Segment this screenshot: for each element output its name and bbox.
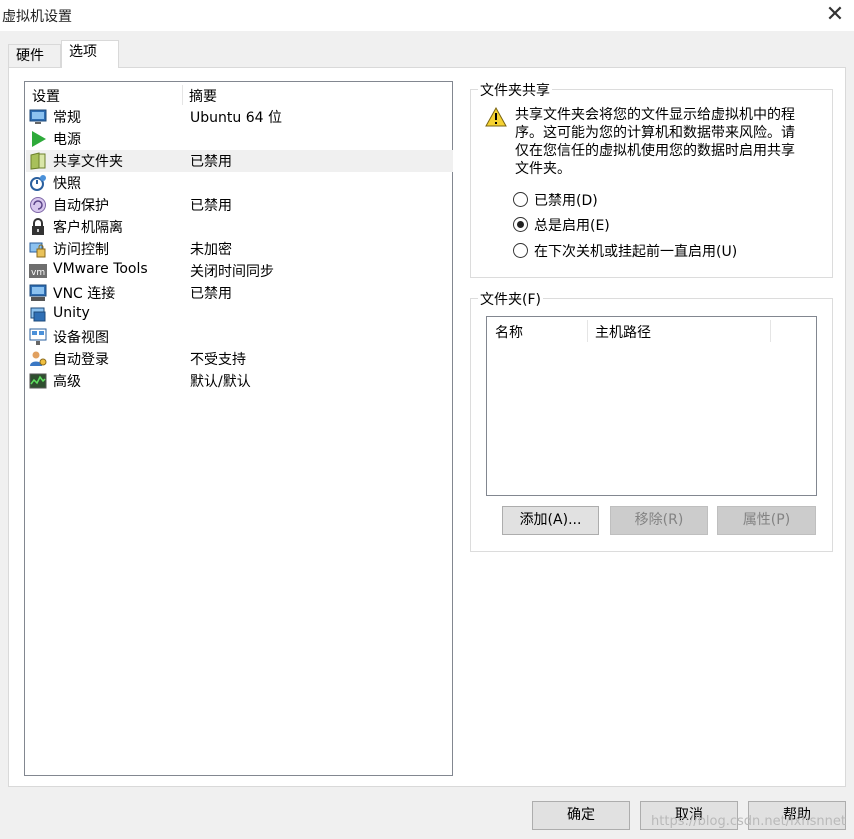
- radio-label[interactable]: 在下次关机或挂起前一直启用(U): [534, 241, 737, 261]
- radio-button[interactable]: [513, 243, 528, 258]
- settings-row-name: 访问控制: [53, 242, 109, 258]
- close-icon: ✕: [825, 2, 845, 27]
- settings-row-name: Unity: [53, 305, 90, 321]
- radio-button[interactable]: [513, 217, 528, 232]
- settings-row-name: 自动登录: [53, 352, 109, 368]
- settings-row-name: 设备视图: [53, 330, 109, 346]
- settings-row-general[interactable]: 常规 Ubuntu 64 位: [26, 106, 453, 128]
- settings-row-snapshots[interactable]: 快照: [26, 172, 453, 194]
- remove-folder-button[interactable]: 移除(R): [610, 506, 708, 535]
- column-header-summary[interactable]: 摘要: [189, 86, 217, 106]
- settings-row-autologin[interactable]: 自动登录 不受支持: [26, 348, 453, 370]
- autologin-icon: [30, 351, 47, 366]
- radio-button[interactable]: [513, 192, 528, 207]
- radio-checked-dot: [517, 221, 524, 228]
- column-header-name[interactable]: 名称: [495, 322, 523, 342]
- settings-row-power[interactable]: 电源: [26, 128, 453, 150]
- settings-row-vmware-tools[interactable]: vm VMware Tools 关闭时间同步: [26, 260, 453, 282]
- settings-row-vnc[interactable]: VNC 连接 已禁用: [26, 282, 453, 304]
- shared-folder-icon: [30, 152, 46, 170]
- settings-row-name: 共享文件夹: [53, 154, 123, 170]
- settings-row-autoprotect[interactable]: 自动保护 已禁用: [26, 194, 453, 216]
- column-separator[interactable]: [182, 85, 183, 105]
- settings-row-advanced[interactable]: 高级 默认/默认: [26, 370, 453, 392]
- column-header-setting[interactable]: 设置: [32, 86, 60, 106]
- radio-label[interactable]: 已禁用(D): [534, 190, 598, 210]
- settings-row-name: 常规: [53, 110, 81, 126]
- svg-text:vm: vm: [31, 268, 45, 278]
- settings-row-name: 电源: [53, 132, 81, 148]
- column-separator[interactable]: [587, 320, 588, 342]
- column-header-host-path[interactable]: 主机路径: [595, 322, 651, 342]
- folder-properties-button[interactable]: 属性(P): [717, 506, 816, 535]
- settings-row-summary: Ubuntu 64 位: [190, 110, 282, 126]
- settings-row-name: VNC 连接: [53, 286, 116, 302]
- close-button[interactable]: ✕: [824, 3, 846, 27]
- warning-icon: [485, 107, 507, 127]
- settings-list[interactable]: 设置 摘要 常规 Ubuntu 64 位 电源 共享文件夹 已禁用 快照 自动保…: [24, 81, 453, 776]
- settings-row-summary: 默认/默认: [190, 374, 251, 390]
- settings-row-shared-folders[interactable]: 共享文件夹 已禁用: [26, 150, 453, 172]
- snapshot-icon: [30, 175, 46, 191]
- access-control-icon: [29, 242, 46, 258]
- power-icon: [32, 131, 46, 147]
- radio-label[interactable]: 总是启用(E): [534, 215, 610, 235]
- ok-button[interactable]: 确定: [532, 801, 630, 830]
- settings-row-device-view[interactable]: 设备视图: [26, 326, 453, 348]
- vnc-icon: [29, 284, 47, 301]
- settings-row-summary: 已禁用: [190, 286, 232, 302]
- settings-row-isolation[interactable]: 客户机隔离: [26, 216, 453, 238]
- settings-row-summary: 关闭时间同步: [190, 264, 274, 280]
- tab-options[interactable]: 选项: [61, 40, 119, 68]
- settings-row-summary: 未加密: [190, 242, 232, 258]
- general-icon: [29, 109, 47, 124]
- watermark: https://blog.csdn.net/lxhsnnet: [651, 814, 846, 829]
- settings-row-name: VMware Tools: [53, 261, 148, 277]
- lock-icon: [32, 218, 44, 235]
- settings-row-summary: 已禁用: [190, 198, 232, 214]
- settings-row-name: 自动保护: [53, 198, 109, 214]
- vmware-tools-icon: vm: [29, 264, 47, 278]
- settings-row-name: 高级: [53, 374, 81, 390]
- folder-sharing-description: 共享文件夹会将您的文件显示给虚拟机中的程序。这可能为您的计算机和数据带来风险。请…: [515, 107, 795, 177]
- settings-row-summary: 已禁用: [190, 154, 232, 170]
- settings-row-name: 客户机隔离: [53, 220, 123, 236]
- settings-row-name: 快照: [53, 176, 81, 192]
- folder-list[interactable]: 名称 主机路径: [486, 316, 817, 496]
- tab-hardware[interactable]: 硬件: [8, 44, 61, 67]
- settings-list-header: 设置 摘要: [25, 82, 452, 106]
- settings-row-summary: 不受支持: [190, 352, 246, 368]
- folder-sharing-title: 文件夹共享: [478, 80, 552, 100]
- unity-icon: [30, 307, 46, 322]
- add-folder-button[interactable]: 添加(A)...: [502, 506, 599, 535]
- autoprotect-icon: [30, 197, 46, 213]
- settings-row-access-control[interactable]: 访问控制 未加密: [26, 238, 453, 260]
- title-bar: 虚拟机设置 ✕: [0, 0, 854, 31]
- device-view-icon: [29, 328, 47, 345]
- settings-row-unity[interactable]: Unity: [26, 304, 453, 326]
- window-title: 虚拟机设置: [2, 9, 72, 25]
- column-separator[interactable]: [770, 320, 771, 342]
- folders-title: 文件夹(F): [478, 289, 543, 309]
- advanced-icon: [29, 373, 47, 389]
